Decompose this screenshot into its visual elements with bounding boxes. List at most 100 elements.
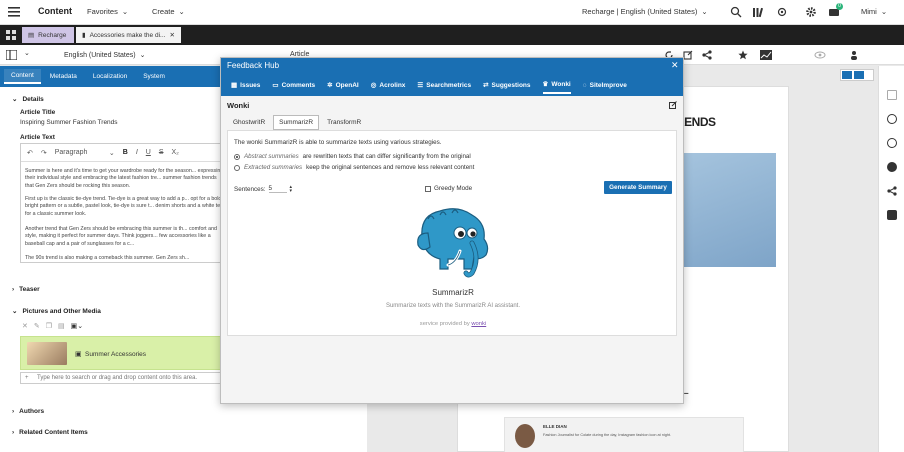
radio-unselected[interactable] [234,164,240,171]
pictures-section-header[interactable]: ⌄ Pictures and Other Media [12,307,101,316]
open-external-icon[interactable] [669,101,677,109]
section-title: Wonki [227,101,250,110]
target-icon[interactable] [776,6,788,18]
close-icon[interactable]: ✕ [671,60,679,71]
document-tab-bar: ▤ Recharge ▮ Accessories make the di... … [0,25,904,45]
desktop-icon[interactable] [842,71,852,79]
tab-metadata[interactable]: Metadata [43,70,84,83]
analytics-icon[interactable] [760,50,772,60]
tab-summarizr[interactable]: SummarizR [273,115,320,130]
open-external-icon[interactable] [683,50,693,60]
tab-transformr[interactable]: TransformR [321,115,367,130]
sentences-input[interactable]: 5 [268,185,287,193]
article-title-field[interactable]: Inspiring Summer Fashion Trends [20,119,118,126]
edit-icon[interactable]: ✎ [34,322,40,330]
tab-content[interactable]: Content [4,69,41,84]
strikethrough-icon[interactable]: S [159,149,164,156]
generate-summary-button[interactable]: Generate Summary [604,181,672,194]
share-icon[interactable] [887,186,897,196]
link-icon[interactable]: ▣⌄ [71,322,83,330]
notification-badge: 0 [836,3,843,10]
stepper-icon[interactable]: ▴ ▾ [290,185,293,194]
create-label: Create [152,7,175,16]
subscript-icon[interactable]: X₂ [172,149,179,156]
tab-comments[interactable]: ▭ Comments [272,77,315,93]
provider-credit: service provided by wonki [228,321,678,327]
tab-acrolinx[interactable]: ◎ Acrolinx [371,77,406,93]
star-icon[interactable] [738,50,748,60]
tab-siteimprove[interactable]: ◌ SiteImprove [583,78,627,93]
tab-accessories[interactable]: ▮ Accessories make the di... ✕ [76,27,181,43]
searchmetrics-icon: ☰ [417,82,424,89]
summarizr-description: Summarize texts with the SummarizR AI as… [385,303,521,309]
provider-link[interactable]: wonki [471,321,486,327]
mammoth-mascot-icon [417,208,489,278]
undo-icon[interactable]: ↶ [27,149,33,157]
close-icon[interactable]: ✕ [22,322,28,330]
greedy-checkbox[interactable] [425,185,431,192]
dashboard-icon[interactable] [6,30,16,40]
option-name: Extracted summaries [244,164,303,171]
feedback-hub-dialog: Feedback Hub ✕ ▦ Issues ▭ Comments ✲ OpenAI… [220,57,684,404]
layout-icon[interactable] [6,50,17,60]
redo-icon[interactable]: ↷ [41,149,47,157]
provider-prefix: service provided by [419,321,470,327]
comments-icon[interactable] [887,210,897,220]
user-assign-icon[interactable] [850,50,860,60]
media-thumbnail [27,342,67,365]
sentences-label: Sentences: [234,185,266,193]
chevron-down-icon: ⌄ [12,308,18,315]
greedy-mode-toggle[interactable]: Greedy Mode [425,185,472,192]
teaser-section-header[interactable]: › Teaser [12,286,40,293]
radio-selected[interactable] [234,153,240,160]
language-selector[interactable]: English (United States) ⌄ [64,51,145,60]
tab-searchmetrics[interactable]: ☰ Searchmetrics [417,77,471,93]
eye-icon[interactable] [814,50,826,60]
related-section-header[interactable]: › Related Content Items [12,429,88,436]
hamburger-menu-icon[interactable] [6,5,22,19]
library-icon[interactable] [752,6,764,18]
share-icon[interactable] [702,50,712,60]
top-bar: Content Favorites ⌄ Create ⌄ Recharge | … [0,0,904,25]
chevron-right-icon: › [12,429,15,436]
dialog-tab-bar: ▦ Issues ▭ Comments ✲ OpenAI ◎ Acrolinx ☰ Sea… [221,74,683,96]
tab-ghostwritr[interactable]: GhostwritR [227,115,271,130]
user-menu[interactable]: Mimi ⌄ [861,7,887,16]
gear-icon[interactable] [805,6,817,18]
close-icon[interactable]: ✕ [170,31,175,39]
extracted-option[interactable]: Extracted summaries keep the original se… [234,164,474,171]
create-menu[interactable]: Create ⌄ [152,7,185,16]
workflow-icon[interactable] [887,162,897,172]
edit-icon[interactable] [887,90,897,100]
tab-localization[interactable]: Localization [86,70,134,83]
sentences-control: Sentences: 5 ▴ ▾ [234,185,293,194]
preview-device-toggle[interactable] [840,69,874,81]
user-name: Mimi [861,7,877,16]
abstract-option[interactable]: Abstract summaries are rewritten texts t… [234,153,471,160]
italic-icon[interactable]: I [136,149,138,156]
chevron-down-icon[interactable]: ⌄ [24,49,30,57]
details-section-header[interactable]: ⌄ Details [12,95,44,104]
search-icon[interactable] [730,6,742,18]
history-icon[interactable] [887,114,897,124]
dialog-body: Wonki GhostwritR SummarizR TransformR Th… [227,98,679,398]
tab-suggestions[interactable]: ⇄ Suggestions [483,77,530,93]
comments-icon: ▭ [272,82,279,89]
paragraph: Another trend that Gen Zers should be em… [25,226,217,247]
tablet-icon[interactable] [854,71,864,79]
copy-icon[interactable]: ❐ [46,322,52,330]
bold-icon[interactable]: B [123,149,128,156]
tab-system[interactable]: System [136,70,172,83]
authors-section-header[interactable]: › Authors [12,408,44,415]
tab-openai[interactable]: ✲ OpenAI [327,77,359,93]
tab-wonki[interactable]: ♛ Wonki [542,76,571,94]
underline-icon[interactable]: U [146,149,151,156]
no-translation-icon[interactable] [887,138,897,148]
favorites-menu[interactable]: Favorites ⌄ [87,7,128,16]
tab-recharge[interactable]: ▤ Recharge [22,27,74,43]
chevron-down-icon: ⌄ [701,7,708,16]
site-selector[interactable]: Recharge | English (United States) ⌄ [582,7,708,16]
paste-icon[interactable]: ▤ [58,322,65,330]
tab-issues[interactable]: ▦ Issues [231,77,260,93]
paragraph-style-select[interactable]: Paragraph ⌄ [55,149,115,157]
